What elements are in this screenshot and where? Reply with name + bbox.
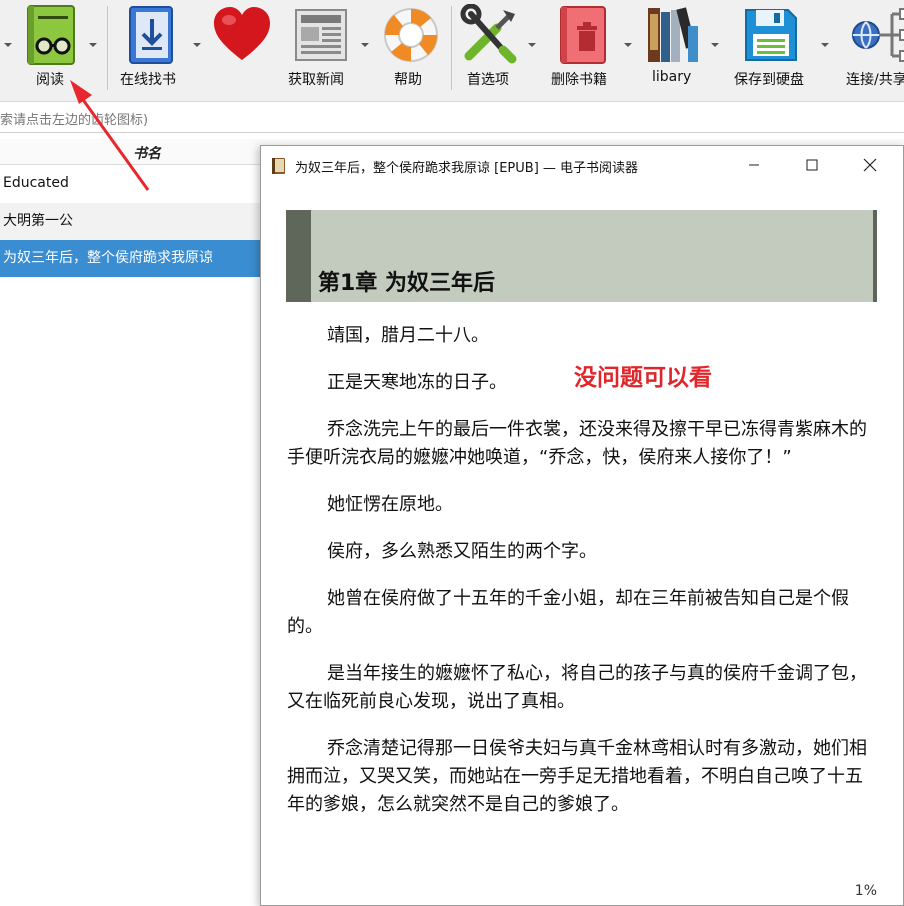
connect-share-button[interactable]: 连接/共享 [836,0,904,100]
chevron-down-icon[interactable] [710,40,720,50]
book-row[interactable]: 大明第一公 [0,203,262,240]
heart-icon [214,7,270,60]
book-glasses-icon [27,5,75,65]
connect-share-label: 连接/共享 [846,72,904,88]
book-title: 大明第一公 [3,213,73,229]
chevron-down-icon[interactable] [527,40,537,50]
paragraph: 是当年接生的嬷嬷怀了私心，将自己的孩子与真的侯府千金调了包，又在临死前良心发现，… [287,663,867,712]
minimize-icon[interactable] [743,155,765,175]
fetch-news-label: 获取新闻 [288,72,344,88]
chevron-down-icon[interactable] [360,40,370,50]
tools-icon [460,4,517,64]
book-row-selected[interactable]: 为奴三年后，整个侯府跪求我原谅 [0,240,262,277]
paragraph: 她曾在侯府做了十五年的千金小姐，却在三年前被告知自己是个假的。 [287,588,849,637]
ebook-viewer-window: 为奴三年后，整个侯府跪求我原谅 [EPUB] — 电子书阅读器 第1章 为奴三年… [260,145,904,906]
calibre-app: 阅读 在线找书 获取新闻 帮助 首选项 删除书籍 libary 保存到硬盘 连接… [0,0,904,906]
close-icon[interactable] [859,155,881,175]
chevron-down-icon[interactable] [88,40,98,50]
paragraph: 侯府，多么熟悉又陌生的两个字。 [327,541,597,562]
book-title: 为奴三年后，整个侯府跪求我原谅 [3,250,213,266]
library-books-icon [648,7,698,62]
network-icon [852,8,904,62]
preferences-label: 首选项 [467,72,509,88]
paragraph: 乔念清楚记得那一日侯爷夫妇与真千金林鸢相认时有多激动，她们相拥而泣，又哭又笑，而… [287,738,867,815]
help-button[interactable]: 帮助 [378,0,448,100]
preferences-button[interactable]: 首选项 [455,0,543,100]
chapter-header-bar [873,210,877,302]
annotation-text: 没问题可以看 [574,365,712,391]
trash-book-icon [560,6,606,64]
book-app-icon [272,158,285,174]
newspaper-icon [295,9,347,61]
search-placeholder: 索请点击左边的齿轮图标) [0,113,149,128]
book-download-icon [129,6,173,64]
help-label: 帮助 [394,72,422,88]
paragraph: 乔念洗完上午的最后一件衣裳，还没来得及擦干早已冻得青紫麻木的手便听浣衣局的嬷嬷冲… [287,419,867,468]
search-bar[interactable]: 索请点击左边的齿轮图标) [0,103,904,133]
main-toolbar: 阅读 在线找书 获取新闻 帮助 首选项 删除书籍 libary 保存到硬盘 连接… [0,0,904,102]
chapter-header-bar [286,210,311,302]
remove-books-button[interactable]: 删除书籍 [547,0,637,100]
chapter-title: 第1章 为奴三年后 [318,271,495,296]
chevron-down-icon[interactable] [623,40,633,50]
fetch-news-button[interactable]: 获取新闻 [282,0,374,100]
save-to-disk-label: 保存到硬盘 [734,72,804,88]
read-button[interactable]: 阅读 [0,0,100,100]
chevron-down-icon[interactable] [192,40,202,50]
window-titlebar[interactable]: 为奴三年后，整个侯府跪求我原谅 [EPUB] — 电子书阅读器 [261,146,903,184]
paragraph: 她怔愣在原地。 [327,494,453,515]
save-to-disk-button[interactable]: 保存到硬盘 [732,0,834,100]
chapter-header: 第1章 为奴三年后 [286,210,877,302]
paragraph: 靖国，腊月二十八。 [327,325,489,346]
chevron-down-icon[interactable] [3,40,13,50]
toolbar-separator [451,6,452,90]
get-books-label: 在线找书 [120,72,176,88]
title-column-header[interactable]: 书名 [133,143,161,163]
library-button[interactable]: libary [640,0,728,100]
read-label: 阅读 [36,72,64,88]
toolbar-separator [107,6,108,90]
floppy-disk-icon [745,9,797,61]
book-title: Educated [3,175,69,191]
chevron-down-icon[interactable] [820,40,830,50]
donate-button[interactable] [205,0,280,100]
reader-content: 靖国，腊月二十八。 正是天寒地冻的日子。 乔念洗完上午的最后一件衣裳，还没来得及… [287,322,872,838]
library-label: libary [652,69,692,85]
maximize-icon[interactable] [801,155,823,175]
book-row[interactable]: Educated [0,165,262,202]
remove-books-label: 删除书籍 [551,72,607,88]
lifebuoy-icon [384,8,438,62]
reading-progress: 1% [854,883,877,899]
window-title: 为奴三年后，整个侯府跪求我原谅 [EPUB] — 电子书阅读器 [295,161,639,176]
get-books-button[interactable]: 在线找书 [110,0,204,100]
